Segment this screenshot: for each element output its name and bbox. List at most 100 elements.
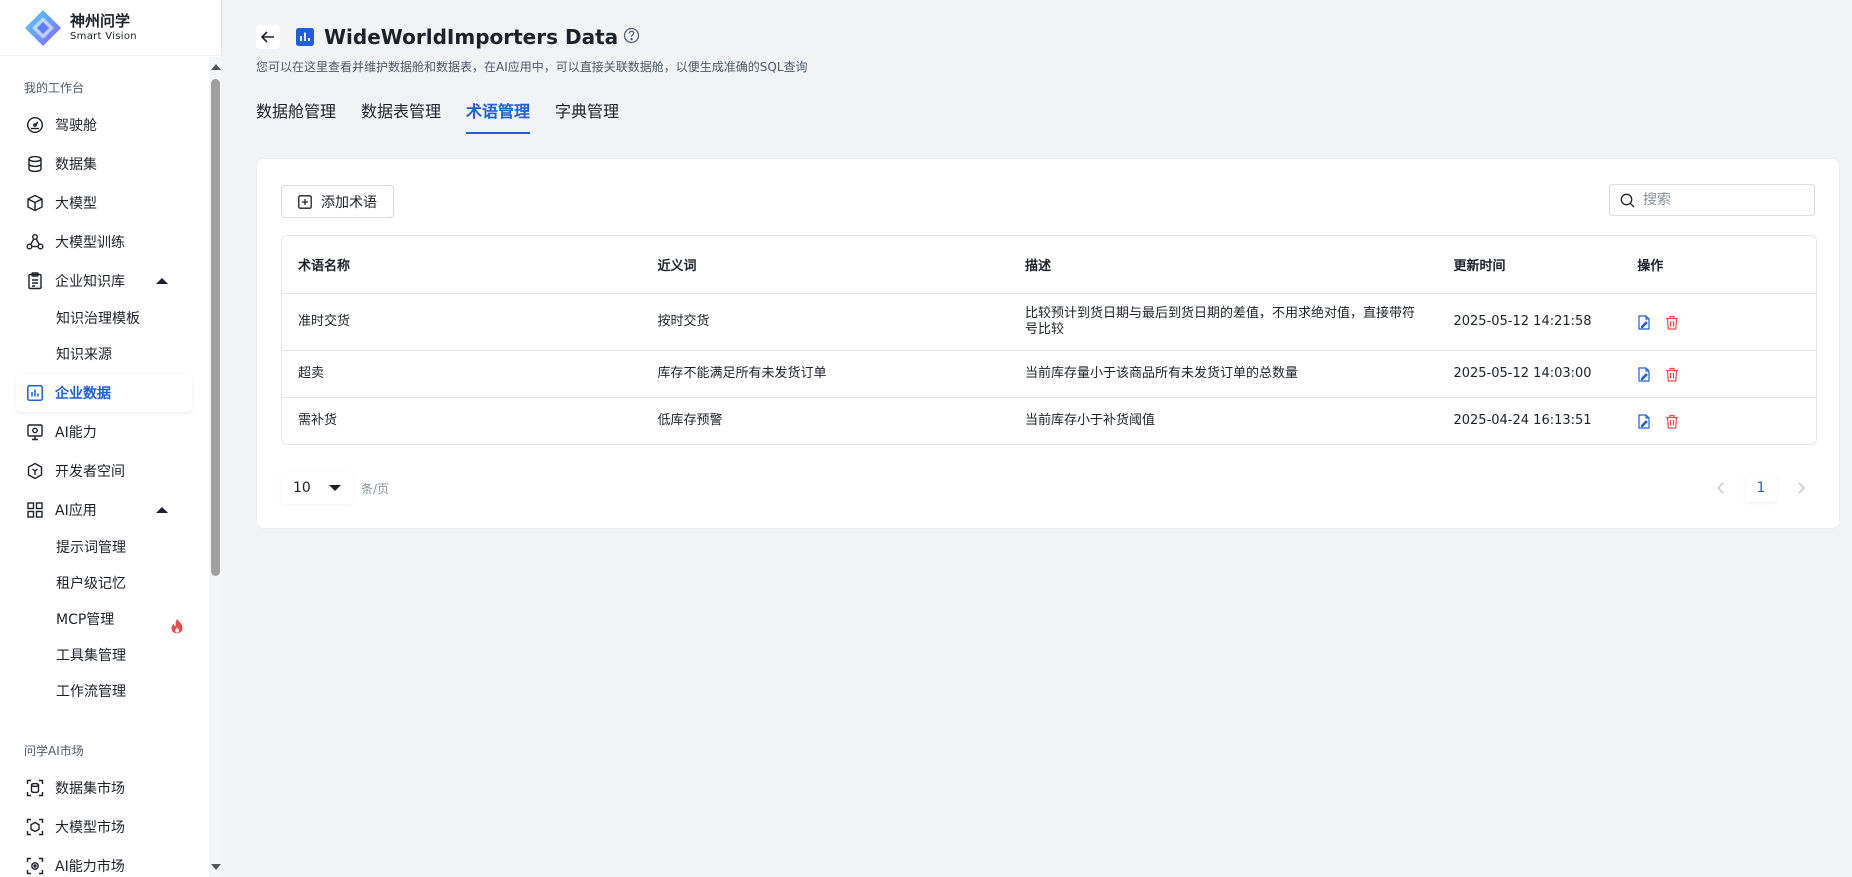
- table-header-row: 术语名称 近义词 描述 更新时间 操作: [282, 236, 1816, 293]
- table-row: 准时交货 按时交货 比较预计到货日期与最后到货日期的差值，不用求绝对值，直接带符…: [282, 293, 1816, 350]
- edit-icon[interactable]: [1637, 366, 1651, 382]
- edit-icon[interactable]: [1637, 413, 1651, 429]
- sidebar-subitem-knowledge-source[interactable]: 知识来源: [0, 337, 206, 373]
- pagination: 1: [1707, 472, 1815, 504]
- page-header: WideWorldImporters Data 您可以在这里查看并维护数据舱和数…: [256, 22, 808, 75]
- cell-updated: 2025-05-12 14:03:00: [1453, 366, 1592, 381]
- sidebar-item-enterprise-data[interactable]: 企业数据: [16, 374, 192, 412]
- cell-name: 超卖: [298, 366, 325, 381]
- column-header-name: 术语名称: [298, 259, 351, 274]
- sidebar-group-workspace: 我的工作台: [24, 81, 85, 95]
- cube-icon: [26, 194, 44, 212]
- sidebar: 神州问学 Smart Vision 我的工作台 驾驶舱 数据集 大模型 大模型训…: [0, 0, 222, 877]
- sidebar-subitem-tenant-memory[interactable]: 租户级记忆: [0, 566, 206, 602]
- cell-actions: [1621, 351, 1816, 397]
- cell-name: 准时交货: [298, 314, 351, 329]
- page-title: WideWorldImporters Data: [324, 25, 619, 49]
- delete-icon[interactable]: [1665, 414, 1679, 429]
- chart-icon: [26, 384, 44, 402]
- scrollbar-thumb[interactable]: [211, 79, 220, 576]
- terminology-table: 术语名称 近义词 描述 更新时间 操作 准时交货 按时交货 比较预计到货日期与最…: [281, 235, 1817, 445]
- sidebar-item-dashboard[interactable]: 驾驶舱: [16, 106, 192, 144]
- column-header-description: 描述: [1025, 259, 1052, 274]
- sidebar-group-market: 问学AI市场: [24, 744, 84, 758]
- sidebar-subitem-knowledge-template[interactable]: 知识治理模板: [0, 301, 206, 337]
- sidebar-item-knowledge-base[interactable]: 企业知识库: [16, 262, 192, 300]
- cell-actions: [1621, 398, 1816, 444]
- sidebar-subitem-mcp[interactable]: MCP管理: [0, 602, 206, 638]
- sidebar-item-label: AI能力市场: [55, 859, 125, 875]
- help-icon[interactable]: [623, 27, 640, 48]
- next-page-button[interactable]: [1787, 474, 1815, 502]
- sidebar-item-label: AI能力: [55, 425, 97, 441]
- cell-updated: 2025-05-12 14:21:58: [1453, 314, 1592, 329]
- table-row: 需补货 低库存预警 当前库存小于补货阈值 2025-04-24 16:13:51: [282, 397, 1816, 444]
- add-term-label: 添加术语: [321, 194, 377, 211]
- sidebar-item-dataset[interactable]: 数据集: [16, 145, 192, 183]
- delete-icon[interactable]: [1665, 315, 1679, 330]
- sidebar-item-label: 大模型市场: [55, 820, 125, 836]
- sidebar-item-developer-space[interactable]: 开发者空间: [16, 452, 192, 490]
- training-icon: [26, 233, 44, 251]
- sidebar-item-label: 开发者空间: [55, 464, 125, 480]
- sidebar-item-ai-capability[interactable]: AI能力: [16, 413, 192, 451]
- database-icon: [26, 155, 44, 173]
- bar-chart-icon: [296, 28, 314, 46]
- back-button[interactable]: [256, 25, 280, 49]
- sidebar-item-model-market[interactable]: 大模型市场: [16, 808, 192, 846]
- chevron-right-icon: [1798, 482, 1805, 494]
- cell-synonym: 库存不能满足所有未发货订单: [657, 366, 827, 381]
- sidebar-item-ai-market[interactable]: AI能力市场: [16, 847, 192, 877]
- sidebar-item-label: 企业知识库: [55, 274, 125, 290]
- cell-updated: 2025-04-24 16:13:51: [1453, 413, 1592, 428]
- tab-data-table[interactable]: 数据表管理: [361, 100, 441, 134]
- search-box[interactable]: [1609, 184, 1815, 216]
- tab-terminology[interactable]: 术语管理: [466, 100, 531, 134]
- monitor-icon: [26, 423, 44, 441]
- cell-synonym: 按时交货: [657, 314, 710, 329]
- cell-description: 比较预计到货日期与最后到货日期的差值，不用求绝对值，直接带符号比较: [1025, 306, 1416, 337]
- cell-actions: [1621, 294, 1816, 350]
- sidebar-item-label: 大模型训练: [55, 235, 125, 251]
- table-row: 超卖 库存不能满足所有未发货订单 当前库存量小于该商品所有未发货订单的总数量 2…: [282, 350, 1816, 397]
- sidebar-subitem-toolset[interactable]: 工具集管理: [0, 638, 206, 674]
- sidebar-subitem-workflow[interactable]: 工作流管理: [0, 674, 206, 710]
- brand-subname: Smart Vision: [70, 30, 137, 42]
- tab-dictionary[interactable]: 字典管理: [555, 100, 619, 134]
- brand-name: 神州问学: [70, 11, 131, 30]
- sidebar-subitem-prompt[interactable]: 提示词管理: [0, 530, 206, 566]
- page-size-value: 10: [293, 480, 311, 496]
- brand-logo[interactable]: 神州问学 Smart Vision: [0, 0, 221, 56]
- grid-icon: [26, 501, 44, 519]
- sidebar-item-label: 驾驶舱: [55, 118, 97, 134]
- delete-icon[interactable]: [1665, 367, 1679, 382]
- search-input[interactable]: [1643, 192, 1803, 208]
- sidebar-item-dataset-market[interactable]: 数据集市场: [16, 769, 192, 807]
- scroll-down-icon[interactable]: [211, 864, 221, 870]
- sidebar-item-model-training[interactable]: 大模型训练: [16, 223, 192, 261]
- chevron-up-icon[interactable]: [156, 507, 168, 513]
- caret-down-icon: [329, 485, 341, 491]
- sidebar-nav: 我的工作台 驾驶舱 数据集 大模型 大模型训练 企业知识库 知识治理模板 知识来…: [0, 57, 206, 877]
- sidebar-scrollbar[interactable]: [209, 57, 222, 877]
- page-size-select[interactable]: 10: [281, 472, 353, 504]
- sidebar-item-label: 数据集市场: [55, 781, 125, 797]
- prev-page-button[interactable]: [1707, 474, 1735, 502]
- sidebar-item-ai-app[interactable]: AI应用: [16, 491, 192, 529]
- page-number-button[interactable]: 1: [1745, 474, 1777, 502]
- tab-bar: 数据舱管理 数据表管理 术语管理 字典管理: [256, 100, 644, 134]
- edit-icon[interactable]: [1637, 314, 1651, 330]
- column-header-synonym: 近义词: [657, 259, 697, 274]
- cell-name: 需补货: [298, 413, 338, 428]
- scroll-up-icon[interactable]: [211, 64, 221, 70]
- cell-description: 当前库存量小于该商品所有未发货订单的总数量: [1025, 366, 1299, 381]
- sidebar-item-model[interactable]: 大模型: [16, 184, 192, 222]
- chevron-up-icon[interactable]: [156, 278, 168, 284]
- sidebar-item-label: 数据集: [55, 157, 97, 173]
- add-term-button[interactable]: 添加术语: [281, 185, 394, 218]
- ai-market-icon: [26, 857, 44, 875]
- terminology-card: 添加术语 术语名称 近义词 描述 更新时间 操作 准时交货 按时交货 比较预计到…: [256, 158, 1840, 529]
- search-icon: [1620, 193, 1635, 207]
- sidebar-subitem-label: MCP管理: [56, 612, 115, 628]
- tab-data-cabin[interactable]: 数据舱管理: [256, 100, 336, 134]
